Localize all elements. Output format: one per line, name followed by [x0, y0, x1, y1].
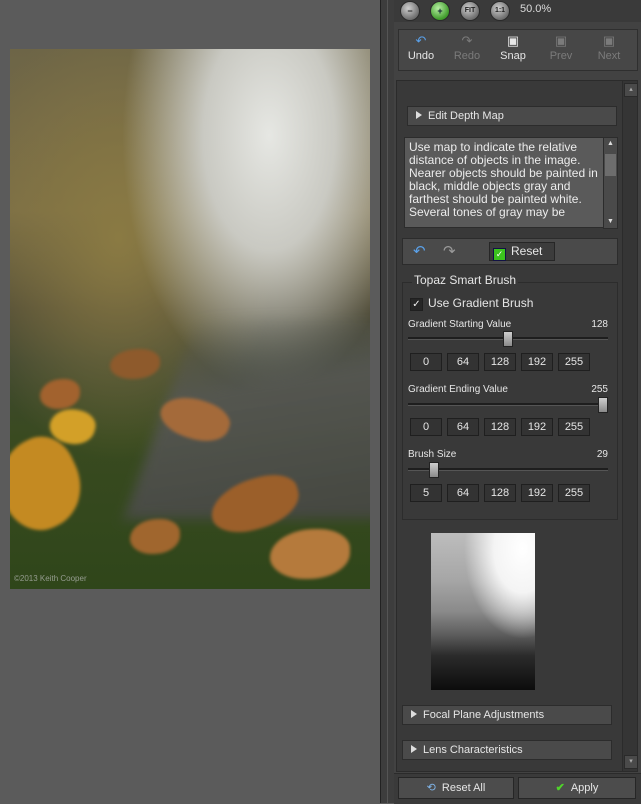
- photo-copyright: ©2013 Keith Cooper: [14, 574, 87, 583]
- depth-map-preview[interactable]: [431, 533, 535, 690]
- preset-button[interactable]: 0: [410, 418, 442, 436]
- image-canvas[interactable]: ©2013 Keith Cooper: [0, 0, 380, 803]
- redo-icon[interactable]: ↷: [443, 242, 456, 260]
- slider-value: 255: [591, 384, 608, 395]
- leaf: [10, 426, 96, 542]
- zoom-bar: − + FIT 1:1 50.0%: [394, 0, 641, 22]
- preset-button[interactable]: 128: [484, 484, 516, 502]
- check-icon: ✓: [493, 248, 506, 261]
- camera-icon: ▣: [506, 33, 520, 48]
- zoom-level: 50.0%: [520, 3, 552, 15]
- scroll-up-icon[interactable]: ▴: [624, 83, 638, 97]
- scroll-down-icon[interactable]: ▼: [604, 216, 617, 228]
- next-button[interactable]: ▣ Next: [587, 32, 631, 62]
- gradient-end-slider[interactable]: [408, 397, 608, 413]
- preset-button[interactable]: 128: [484, 353, 516, 371]
- preset-button[interactable]: 192: [521, 418, 553, 436]
- slider-handle[interactable]: [598, 397, 608, 413]
- slider-label: Gradient Starting Value: [408, 319, 512, 330]
- depth-map-description: Use map to indicate the relative distanc…: [404, 137, 606, 228]
- leaf: [40, 379, 80, 409]
- gradient-start-slider[interactable]: [408, 331, 608, 347]
- scroll-up-icon[interactable]: ▲: [604, 138, 617, 150]
- panel-scrollbar[interactable]: ▴ ▾: [622, 80, 638, 772]
- preset-button[interactable]: 64: [447, 418, 479, 436]
- brush-size-slider[interactable]: [408, 462, 608, 478]
- edit-depth-map-header[interactable]: Edit Depth Map: [407, 106, 617, 126]
- undo-icon: ↶: [415, 33, 427, 48]
- slider-value: 29: [596, 449, 608, 460]
- zoom-fit-button[interactable]: FIT: [460, 1, 480, 21]
- zoom-in-icon[interactable]: +: [430, 1, 450, 21]
- leaf: [270, 529, 350, 579]
- slider-handle[interactable]: [429, 462, 439, 478]
- slider-value: 128: [591, 319, 608, 330]
- slider-handle[interactable]: [503, 331, 513, 347]
- slider-label: Gradient Ending Value: [408, 384, 508, 395]
- preset-button[interactable]: 192: [521, 484, 553, 502]
- preset-button[interactable]: 64: [447, 484, 479, 502]
- smart-brush-title: Topaz Smart Brush: [412, 273, 519, 287]
- expand-triangle-icon: [411, 710, 417, 718]
- checkbox-checked-icon: ✓: [410, 298, 423, 311]
- preset-button[interactable]: 255: [558, 418, 590, 436]
- expand-triangle-icon: [416, 111, 422, 119]
- leaf: [130, 519, 180, 554]
- scroll-thumb[interactable]: [605, 154, 616, 176]
- next-icon: ▣: [602, 33, 616, 48]
- focal-plane-header[interactable]: Focal Plane Adjustments: [402, 705, 612, 725]
- expand-triangle-icon: [411, 745, 417, 753]
- preset-button[interactable]: 128: [484, 418, 516, 436]
- zoom-out-icon[interactable]: −: [400, 1, 420, 21]
- scroll-down-icon[interactable]: ▾: [624, 755, 638, 769]
- slider-label: Brush Size: [408, 449, 457, 460]
- preset-button[interactable]: 64: [447, 353, 479, 371]
- preset-button[interactable]: 255: [558, 484, 590, 502]
- redo-button[interactable]: ↷ Redo: [445, 32, 489, 62]
- description-scrollbar[interactable]: ▲ ▼: [603, 137, 618, 229]
- preset-button[interactable]: 255: [558, 353, 590, 371]
- undo-button[interactable]: ↶ Undo: [399, 32, 443, 62]
- right-panel: − + FIT 1:1 50.0% ↶ Undo ↷ Redo ▣ Snap ▣…: [394, 0, 641, 804]
- history-toolbar: ↶ Undo ↷ Redo ▣ Snap ▣ Prev ▣ Next: [398, 29, 638, 71]
- leaf: [110, 349, 160, 379]
- prev-icon: ▣: [554, 33, 568, 48]
- reset-all-icon: ⟲: [426, 782, 436, 794]
- lens-characteristics-header[interactable]: Lens Characteristics: [402, 740, 612, 760]
- apply-button[interactable]: ✔ Apply: [518, 777, 636, 799]
- depth-reset-button[interactable]: ✓ Reset: [489, 242, 555, 261]
- redo-icon: ↷: [461, 33, 473, 48]
- footer-bar: ⟲ Reset All ✔ Apply: [394, 773, 641, 804]
- undo-icon[interactable]: ↶: [413, 242, 426, 260]
- preset-button[interactable]: 192: [521, 353, 553, 371]
- preset-button[interactable]: 5: [410, 484, 442, 502]
- depth-tools-bar: ↶ ↷ ✓ Reset: [402, 238, 618, 265]
- prev-button[interactable]: ▣ Prev: [539, 32, 583, 62]
- zoom-actual-button[interactable]: 1:1: [490, 1, 510, 21]
- preview-photo[interactable]: ©2013 Keith Cooper: [10, 49, 370, 589]
- reset-all-button[interactable]: ⟲ Reset All: [398, 777, 514, 799]
- checkmark-icon: ✔: [555, 782, 565, 794]
- preset-button[interactable]: 0: [410, 353, 442, 371]
- snap-button[interactable]: ▣ Snap: [491, 32, 535, 62]
- use-gradient-brush-checkbox[interactable]: ✓ Use Gradient Brush: [410, 296, 533, 311]
